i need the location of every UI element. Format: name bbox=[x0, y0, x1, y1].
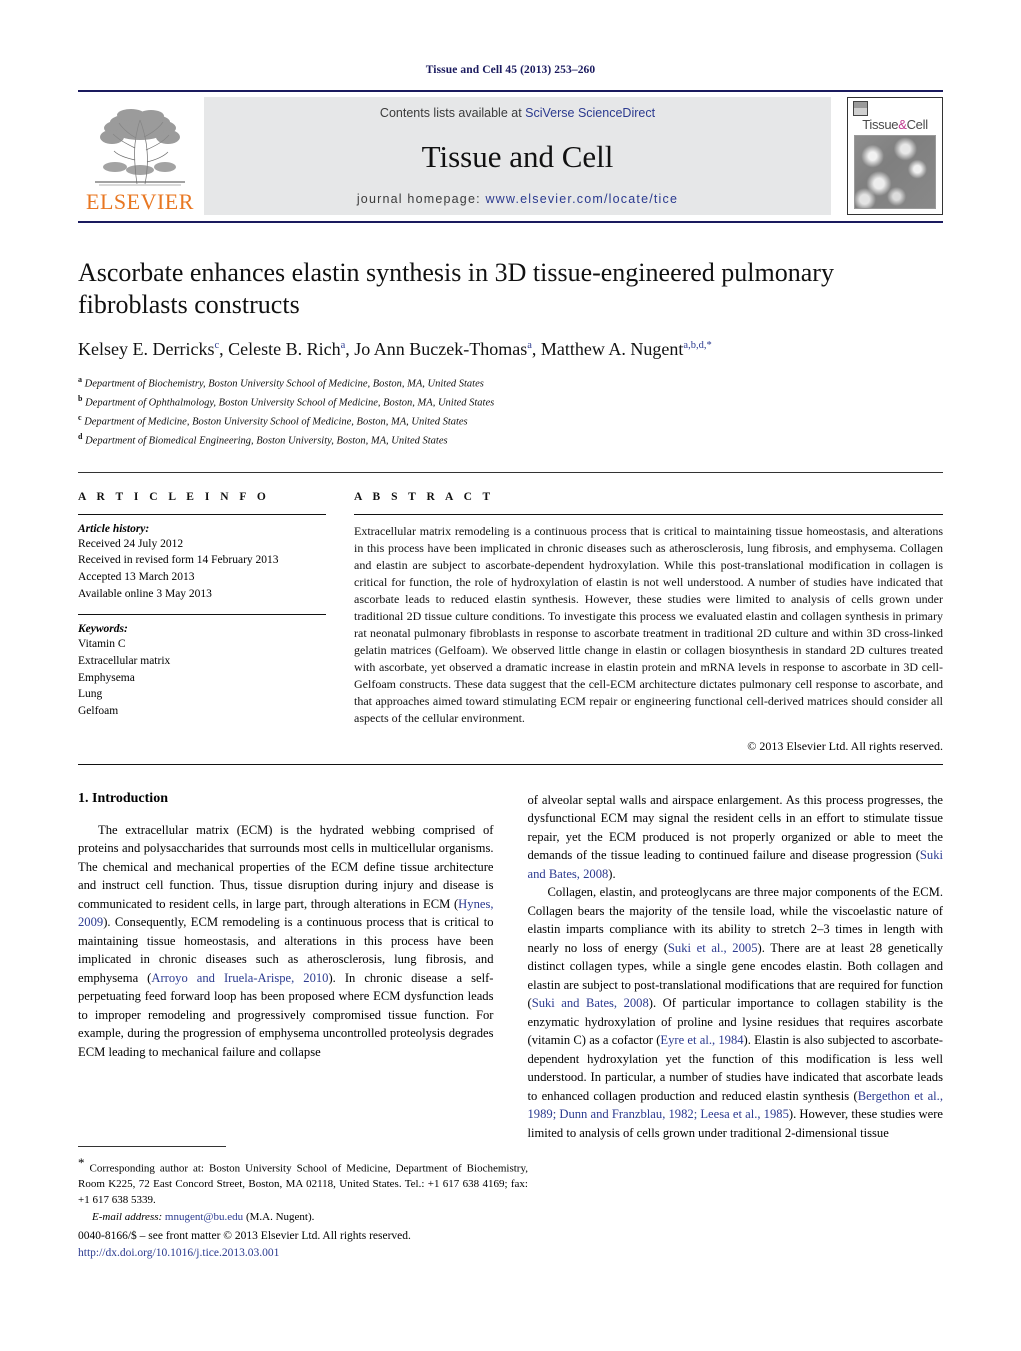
citation-link[interactable]: Eyre et al., 1984 bbox=[660, 1033, 743, 1047]
citation-link[interactable]: Arroyo and Iruela-Arispe, 2010 bbox=[151, 971, 328, 985]
history-item: Received 24 July 2012 bbox=[78, 537, 184, 550]
abstract-copyright: © 2013 Elsevier Ltd. All rights reserved… bbox=[747, 738, 943, 753]
abstract-column: A B S T R A C T Extracellular matrix rem… bbox=[354, 491, 943, 754]
cover-title: Tissue&Cell bbox=[862, 117, 928, 132]
abstract-heading: A B S T R A C T bbox=[354, 490, 495, 503]
elsevier-wordmark: ELSEVIER bbox=[86, 189, 194, 214]
intro-right-text-b: ). bbox=[608, 866, 616, 881]
keyword-item: Lung bbox=[78, 688, 103, 701]
cover-title-left: Tissue bbox=[862, 117, 899, 132]
journal-masthead: ELSEVIER Contents lists available at Sci… bbox=[78, 90, 943, 215]
affiliation-marker: d bbox=[78, 431, 83, 441]
affiliation-item: d Department of Biomedical Engineering, … bbox=[78, 431, 448, 447]
journal-cover-thumbnail: Tissue&Cell bbox=[847, 97, 943, 215]
article-info-heading: A R T I C L E I N F O bbox=[78, 490, 270, 503]
history-item: Accepted 13 March 2013 bbox=[78, 570, 195, 583]
doi-link[interactable]: http://dx.doi.org/10.1016/j.tice.2013.03… bbox=[78, 1247, 279, 1259]
title-block: Ascorbate enhances elastin synthesis in … bbox=[78, 257, 943, 473]
affiliation-list: a Department of Biochemistry, Boston Uni… bbox=[78, 374, 943, 449]
abstract-rule-top bbox=[354, 513, 943, 515]
paper-page: Tissue and Cell 45 (2013) 253–260 ELSEVI… bbox=[0, 0, 1021, 1351]
contents-available-line: Contents lists available at SciVerse Sci… bbox=[380, 106, 655, 120]
citation-link[interactable]: Suki et al., 2005 bbox=[668, 941, 758, 955]
article-history-label: Article history: bbox=[78, 522, 150, 535]
cover-badge-icon bbox=[853, 101, 868, 116]
intro-text-a: The extracellular matrix (ECM) is the hy… bbox=[78, 822, 494, 911]
body-column-left: 1. Introduction The extracellular matrix… bbox=[78, 791, 494, 1143]
abstract-text: Extracellular matrix remodeling is a con… bbox=[354, 523, 943, 725]
cover-microscopy-image bbox=[854, 135, 936, 209]
affiliation-item: c Department of Medicine, Boston Univers… bbox=[78, 413, 468, 428]
footnote-email-line: E-mail address: mnugent@bu.edu (M.A. Nug… bbox=[78, 1210, 528, 1226]
cover-title-ampersand: & bbox=[898, 117, 907, 132]
article-info-column: A R T I C L E I N F O Article history: R… bbox=[78, 491, 354, 754]
journal-band: Contents lists available at SciVerse Sci… bbox=[204, 97, 831, 215]
keyword-item: Extracellular matrix bbox=[78, 654, 171, 667]
footnote-rule bbox=[78, 1146, 226, 1147]
keywords-rule bbox=[78, 614, 326, 616]
footnote-address: * Corresponding author at: Boston Univer… bbox=[78, 1154, 528, 1208]
contents-prefix: Contents lists available at bbox=[379, 106, 526, 120]
affiliation-marker: a bbox=[78, 375, 82, 385]
intro-paragraph-right-1: of alveolar septal walls and airspace en… bbox=[528, 791, 944, 884]
journal-title: Tissue and Cell bbox=[421, 138, 614, 174]
intro-paragraph-right-2: Collagen, elastin, and proteoglycans are… bbox=[528, 883, 944, 1142]
elsevier-tree-icon bbox=[95, 109, 185, 186]
keyword-item: Vitamin C bbox=[78, 638, 126, 651]
keyword-item: Emphysema bbox=[78, 671, 135, 684]
homepage-prefix: journal homepage: bbox=[356, 192, 486, 206]
affiliation-item: b Department of Ophthalmology, Boston Un… bbox=[78, 394, 495, 409]
sciencedirect-link[interactable]: SciVerse ScienceDirect bbox=[525, 106, 655, 120]
body-columns: 1. Introduction The extracellular matrix… bbox=[78, 791, 943, 1143]
citation-link[interactable]: Suki and Bates, 2008 bbox=[532, 996, 649, 1010]
article-info-rule-top bbox=[78, 513, 326, 515]
footer-issn-block: 0040-8166/$ – see front matter © 2013 El… bbox=[78, 1228, 538, 1263]
issn-line: 0040-8166/$ – see front matter © 2013 El… bbox=[78, 1230, 411, 1242]
affiliation-marker: b bbox=[78, 394, 83, 404]
abstract-bottom-rule bbox=[78, 763, 943, 765]
keyword-item: Gelfoam bbox=[78, 704, 119, 717]
email-link[interactable]: mnugent@bu.edu bbox=[165, 1211, 243, 1223]
keywords-list: Vitamin C Extracellular matrix Emphysema… bbox=[78, 636, 326, 719]
cover-title-right: Cell bbox=[906, 117, 929, 132]
page-title: Ascorbate enhances elastin synthesis in … bbox=[78, 258, 834, 320]
email-suffix: (M.A. Nugent). bbox=[243, 1211, 315, 1224]
journal-homepage-link[interactable]: www.elsevier.com/locate/tice bbox=[485, 192, 678, 206]
info-abstract-row: A R T I C L E I N F O Article history: R… bbox=[78, 473, 943, 754]
elsevier-logo: ELSEVIER bbox=[78, 97, 202, 215]
intro-paragraph-left: The extracellular matrix (ECM) is the hy… bbox=[78, 821, 494, 1062]
intro-right-text-a: of alveolar septal walls and airspace en… bbox=[527, 792, 944, 863]
footnote-address-text: Corresponding author at: Boston Universi… bbox=[78, 1162, 528, 1206]
affiliation-item: a Department of Biochemistry, Boston Uni… bbox=[78, 375, 484, 390]
author-list: Kelsey E. Derricksc, Celeste B. Richa, J… bbox=[78, 339, 712, 360]
history-item: Received in revised form 14 February 201… bbox=[78, 554, 279, 567]
affiliation-marker: c bbox=[78, 413, 82, 422]
running-head: Tissue and Cell 45 (2013) 253–260 bbox=[425, 64, 596, 76]
masthead-bottom-rule bbox=[78, 221, 943, 223]
corresponding-author-footnote: * Corresponding author at: Boston Univer… bbox=[78, 1146, 528, 1226]
article-history-list: Received 24 July 2012 Received in revise… bbox=[78, 536, 326, 603]
keywords-label: Keywords: bbox=[78, 623, 128, 636]
section-heading-introduction: 1. Introduction bbox=[78, 790, 168, 806]
email-label: E-mail address: bbox=[92, 1211, 163, 1224]
body-column-right: of alveolar septal walls and airspace en… bbox=[528, 791, 944, 1143]
journal-homepage-line: journal homepage: www.elsevier.com/locat… bbox=[357, 192, 678, 206]
history-item: Available online 3 May 2013 bbox=[78, 587, 212, 600]
